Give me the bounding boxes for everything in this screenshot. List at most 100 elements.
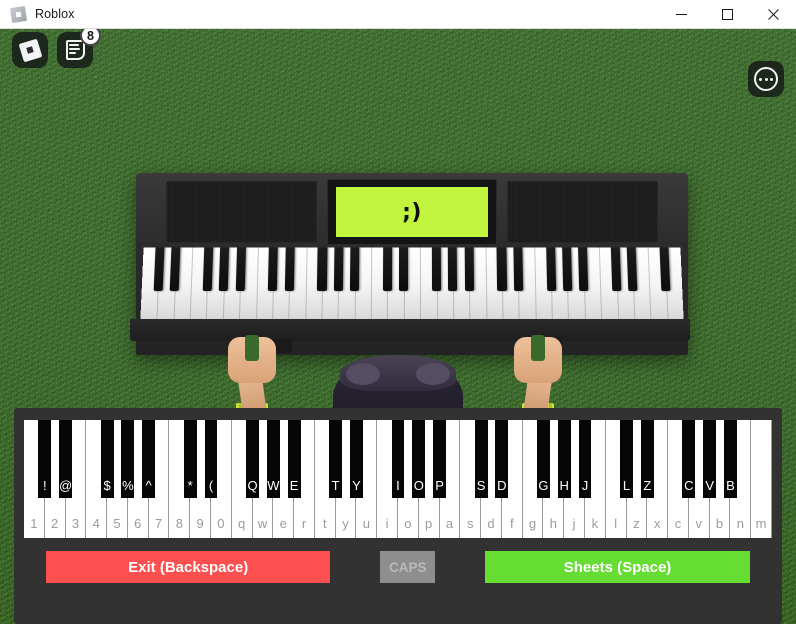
black-key-I[interactable]: I <box>392 420 405 498</box>
black-key-![interactable]: ! <box>38 420 51 498</box>
piano-3d-black-key <box>578 247 588 291</box>
piano-leg-right <box>528 339 562 353</box>
black-key-*[interactable]: * <box>184 420 197 498</box>
black-key-([interactable]: ( <box>205 420 218 498</box>
black-key-Z[interactable]: Z <box>641 420 654 498</box>
black-key-G[interactable]: G <box>537 420 550 498</box>
white-key-label: u <box>363 516 370 538</box>
black-key-label: L <box>623 478 630 498</box>
black-key-B[interactable]: B <box>724 420 737 498</box>
black-key-label: O <box>414 478 424 498</box>
white-key-label: a <box>446 516 453 538</box>
black-key-%[interactable]: % <box>121 420 134 498</box>
virtual-keyboard-keys[interactable]: 1 2 3 4 5 6 7 8 9 0 q w e r t y u i o p a s d f g h j k l z x c v b n m! @ $%… <box>24 420 772 538</box>
black-key-label: E <box>290 478 299 498</box>
black-key-label: W <box>267 478 279 498</box>
piano-3d-key-divider <box>599 247 602 319</box>
black-key-Q[interactable]: Q <box>246 420 259 498</box>
piano-3d-black-key <box>350 247 360 291</box>
piano-speaker-left <box>166 181 317 243</box>
piano-3d-key-divider <box>648 247 652 319</box>
roblox-logo-icon <box>11 7 26 22</box>
hud-top-right <box>748 61 784 97</box>
black-key-W[interactable]: W <box>267 420 280 498</box>
maximize-icon <box>722 9 733 20</box>
piano-leg-left <box>258 339 292 353</box>
black-key-label: G <box>538 478 548 498</box>
roblox-menu-icon <box>21 41 40 60</box>
white-key-label: k <box>592 516 599 538</box>
black-key-Y[interactable]: Y <box>350 420 363 498</box>
piano-3d-black-key <box>660 247 671 291</box>
game-viewport[interactable]: ;) 8 1 2 3 4 5 6 7 8 9 0 q w e r t y u i… <box>0 29 796 624</box>
black-key-S[interactable]: S <box>475 420 488 498</box>
black-key-V[interactable]: V <box>703 420 716 498</box>
black-key-label: Z <box>643 478 651 498</box>
white-key-m[interactable]: m <box>751 420 772 538</box>
white-key-label: r <box>302 516 306 538</box>
black-key-label: % <box>122 478 134 498</box>
black-key-C[interactable]: C <box>682 420 695 498</box>
black-key-@[interactable]: @ <box>59 420 72 498</box>
minimize-button[interactable] <box>658 0 704 29</box>
white-key-label: b <box>716 516 723 538</box>
title-bar-left: Roblox <box>0 7 75 22</box>
close-icon <box>768 9 779 20</box>
exit-button[interactable]: Exit (Backspace) <box>46 551 330 583</box>
black-key-label: Y <box>352 478 361 498</box>
piano-3d-keys <box>140 247 683 319</box>
black-key-^[interactable]: ^ <box>142 420 155 498</box>
white-key-label: m <box>756 516 767 538</box>
white-key-label: 4 <box>93 516 100 538</box>
white-key-label: t <box>323 516 327 538</box>
white-key-label: i <box>386 516 389 538</box>
black-key-O[interactable]: O <box>412 420 425 498</box>
chat-log-icon <box>66 40 85 60</box>
piano-3d-model: ;) <box>108 173 688 393</box>
piano-speaker-right <box>507 181 658 243</box>
sheets-button[interactable]: Sheets (Space) <box>485 551 750 583</box>
black-key-label: H <box>560 478 569 498</box>
chat-button[interactable]: 8 <box>57 32 93 68</box>
white-key-label: 5 <box>113 516 120 538</box>
black-key-T[interactable]: T <box>329 420 342 498</box>
piano-3d-black-key <box>562 247 572 291</box>
black-key-J[interactable]: J <box>579 420 592 498</box>
black-key-L[interactable]: L <box>620 420 633 498</box>
white-key-label: 9 <box>196 516 203 538</box>
piano-3d-black-key <box>383 247 392 291</box>
piano-3d-black-key <box>513 247 523 291</box>
black-key-H[interactable]: H <box>558 420 571 498</box>
maximize-button[interactable] <box>704 0 750 29</box>
white-key-label: q <box>238 516 245 538</box>
piano-3d-key-divider <box>534 247 536 319</box>
white-key-label: 1 <box>30 516 37 538</box>
white-key-label: j <box>573 516 576 538</box>
piano-3d-black-key <box>399 247 408 291</box>
black-key-label: @ <box>59 478 72 498</box>
window-title: Roblox <box>35 7 75 21</box>
piano-3d-black-key <box>432 247 441 291</box>
close-button[interactable] <box>750 0 796 29</box>
white-key-label: c <box>675 516 682 538</box>
black-key-E[interactable]: E <box>288 420 301 498</box>
black-key-label: P <box>435 478 444 498</box>
roblox-menu-button[interactable] <box>12 32 48 68</box>
more-options-button[interactable] <box>748 61 784 97</box>
white-key-label: z <box>633 516 640 538</box>
white-key-label: d <box>487 516 494 538</box>
piano-3d-black-key <box>153 247 164 291</box>
black-key-P[interactable]: P <box>433 420 446 498</box>
black-key-label: ! <box>43 478 47 498</box>
piano-3d-black-key <box>235 247 245 291</box>
caps-button[interactable]: CAPS <box>380 551 435 583</box>
black-key-D[interactable]: D <box>495 420 508 498</box>
title-bar: Roblox <box>0 0 796 29</box>
more-options-icon <box>754 67 778 91</box>
piano-control-panel: ;) <box>166 181 658 243</box>
white-key-label: 6 <box>134 516 141 538</box>
black-key-label: * <box>188 478 193 498</box>
white-key-label: h <box>550 516 557 538</box>
black-key-$[interactable]: $ <box>101 420 114 498</box>
white-key-label: s <box>467 516 474 538</box>
